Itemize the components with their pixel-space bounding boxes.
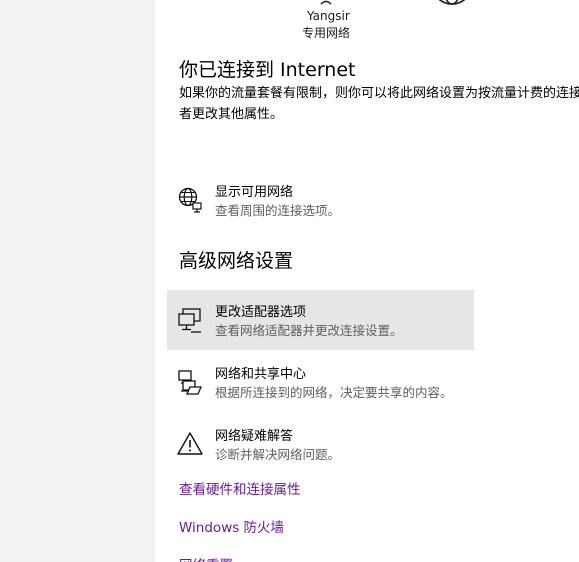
network-troubleshooter[interactable]: 网络疑难解答 诊断并解决网络问题。 — [167, 414, 474, 474]
hardware-properties-link[interactable]: 查看硬件和连接属性 — [179, 478, 301, 498]
windows-firewall-link[interactable]: Windows 防火墙 — [179, 516, 284, 536]
left-navigation-pane — [0, 0, 155, 562]
troubleshooter-label: 网络疑难解答 — [215, 429, 294, 444]
network-name: Yangsir — [307, 9, 350, 23]
adapter-monitor-icon — [178, 308, 201, 333]
warning-icon — [177, 432, 203, 455]
connection-status-description: 如果你的流量套餐有限制，则你可以将此网络设置为按流量计费的连接，或者更改其他属性… — [179, 86, 579, 122]
advanced-settings-title: 高级网络设置 — [179, 250, 294, 272]
change-adapter-label: 更改适配器选项 — [215, 305, 307, 320]
globe-network-icon — [178, 187, 202, 213]
sharing-center-sub: 根据所连接到的网络，决定要共享的内容。 — [215, 385, 453, 400]
show-networks-label: 显示可用网络 — [215, 185, 294, 200]
change-adapter-options[interactable]: 更改适配器选项 查看网络适配器并更改连接设置。 — [167, 290, 474, 350]
internet-globe-icon — [438, 0, 466, 5]
change-adapter-sub: 查看网络适配器并更改连接设置。 — [215, 323, 403, 338]
show-available-networks[interactable]: 显示可用网络 查看周围的连接选项。 — [167, 170, 474, 230]
network-reset-link[interactable]: 网络重置 — [179, 554, 233, 562]
troubleshooter-sub: 诊断并解决网络问题。 — [215, 447, 341, 462]
sharing-center-label: 网络和共享中心 — [215, 367, 307, 382]
sharing-center-icon — [178, 370, 202, 395]
settings-window: Yangsir 专用网络 你已连接到 Internet 如果你的流量套餐有限制，… — [0, 0, 579, 562]
connection-status-title: 你已连接到 Internet — [179, 59, 356, 81]
show-networks-sub: 查看周围的连接选项。 — [215, 203, 341, 218]
network-status-page: Yangsir 专用网络 你已连接到 Internet 如果你的流量套餐有限制，… — [155, 0, 579, 562]
network-sharing-center[interactable]: 网络和共享中心 根据所连接到的网络，决定要共享的内容。 — [167, 352, 474, 412]
network-type: 专用网络 — [302, 26, 351, 40]
